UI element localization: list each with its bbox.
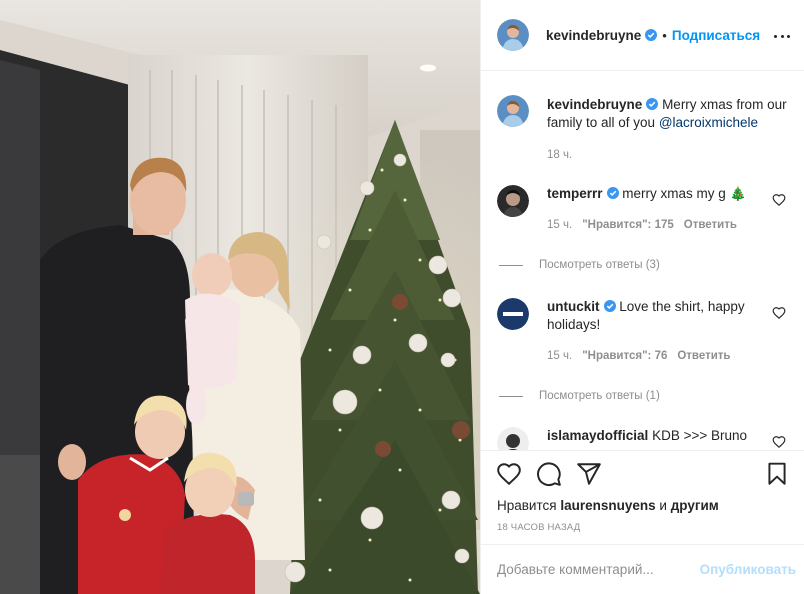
caption-body: kevindebruyne Merry xmas from our family… <box>547 95 788 164</box>
bookmark-icon[interactable] <box>764 461 790 487</box>
comment-item: untuckit Love the shirt, happy holidays!… <box>497 298 788 405</box>
commenter-avatar[interactable] <box>497 298 529 330</box>
commenter-avatar[interactable] <box>497 427 529 450</box>
comment-body: temperrr merry xmas my g 🎄 15 ч. "Нравит… <box>499 185 788 274</box>
comment-time[interactable]: 15 ч. <box>547 347 572 365</box>
comment-text: merry xmas my g 🎄 <box>622 186 747 201</box>
comment-username[interactable]: islamaydofficial <box>547 428 648 443</box>
comment-username[interactable]: untuckit <box>547 299 600 314</box>
replies-line <box>499 264 523 266</box>
comment-item: islamaydofficial KDB >>> Bruno <box>497 427 788 450</box>
comment-like-icon[interactable] <box>772 193 786 207</box>
comment-item: temperrr merry xmas my g 🎄 15 ч. "Нравит… <box>497 185 788 274</box>
author-username[interactable]: kevindebruyne <box>546 28 641 43</box>
post-actions: Нравится laurensnuyens и другим 18 ЧАСОВ… <box>481 450 804 594</box>
comment-like-icon[interactable] <box>772 435 786 449</box>
likes-summary: Нравится laurensnuyens и другим <box>481 498 804 513</box>
view-replies-label: Посмотреть ответы (1) <box>539 390 660 402</box>
share-icon[interactable] <box>576 461 602 487</box>
comment-body: untuckit Love the shirt, happy holidays!… <box>499 298 788 405</box>
verified-icon <box>645 29 658 41</box>
comment-icon[interactable] <box>536 461 562 487</box>
comment-text: KDB >>> Bruno <box>652 428 747 443</box>
verified-icon <box>646 98 659 110</box>
action-icons <box>481 451 804 495</box>
verified-icon <box>603 300 616 312</box>
caption-time[interactable]: 18 ч. <box>547 146 572 164</box>
reply-button[interactable]: Ответить <box>677 347 730 365</box>
instagram-post: kevindebruyne • Подписаться kevindebruyn… <box>0 0 804 594</box>
comments-list[interactable]: kevindebruyne Merry xmas from our family… <box>481 72 804 450</box>
caption-username[interactable]: kevindebruyne <box>547 97 642 112</box>
replies-line <box>499 395 523 397</box>
comment-likes[interactable]: "Нравится": 76 <box>582 347 667 365</box>
likes-prefix: Нравится <box>497 498 557 513</box>
add-comment-bar: Опубликовать <box>481 544 804 594</box>
commenter-avatar[interactable] <box>497 185 529 217</box>
comment-body: islamaydofficial KDB >>> Bruno <box>547 427 788 450</box>
post-header: kevindebruyne • Подписаться <box>481 0 804 71</box>
more-options-icon[interactable] <box>772 26 792 46</box>
follow-button[interactable]: Подписаться <box>672 28 760 43</box>
comment-username[interactable]: temperrr <box>547 186 603 201</box>
comment-input[interactable] <box>497 562 700 577</box>
post-caption: kevindebruyne Merry xmas from our family… <box>497 95 788 164</box>
caption-author-avatar[interactable] <box>497 95 529 127</box>
publish-button[interactable]: Опубликовать <box>700 562 796 577</box>
post-photo[interactable] <box>0 0 480 594</box>
view-replies-label: Посмотреть ответы (3) <box>539 259 660 271</box>
comment-like-icon[interactable] <box>772 306 786 320</box>
family-christmas-photo <box>0 0 480 594</box>
author-avatar[interactable] <box>497 19 529 51</box>
verified-icon <box>606 187 619 199</box>
comment-time[interactable]: 15 ч. <box>547 216 572 234</box>
view-replies-button[interactable]: Посмотреть ответы (1) <box>499 387 788 405</box>
likes-mid: и <box>659 498 667 513</box>
caption-mention-link[interactable]: @lacroixmichele <box>659 115 758 130</box>
view-replies-button[interactable]: Посмотреть ответы (3) <box>499 256 788 274</box>
comment-likes[interactable]: "Нравится": 175 <box>582 216 674 234</box>
likes-user-link[interactable]: laurensnuyens <box>560 498 655 513</box>
post-timestamp[interactable]: 18 ЧАСОВ НАЗАД <box>481 522 804 533</box>
post-side-panel: kevindebruyne • Подписаться kevindebruyn… <box>480 0 804 594</box>
likes-others-link[interactable]: другим <box>671 498 719 513</box>
reply-button[interactable]: Ответить <box>684 216 737 234</box>
separator-dot: • <box>662 27 667 43</box>
heart-icon[interactable] <box>496 461 522 487</box>
